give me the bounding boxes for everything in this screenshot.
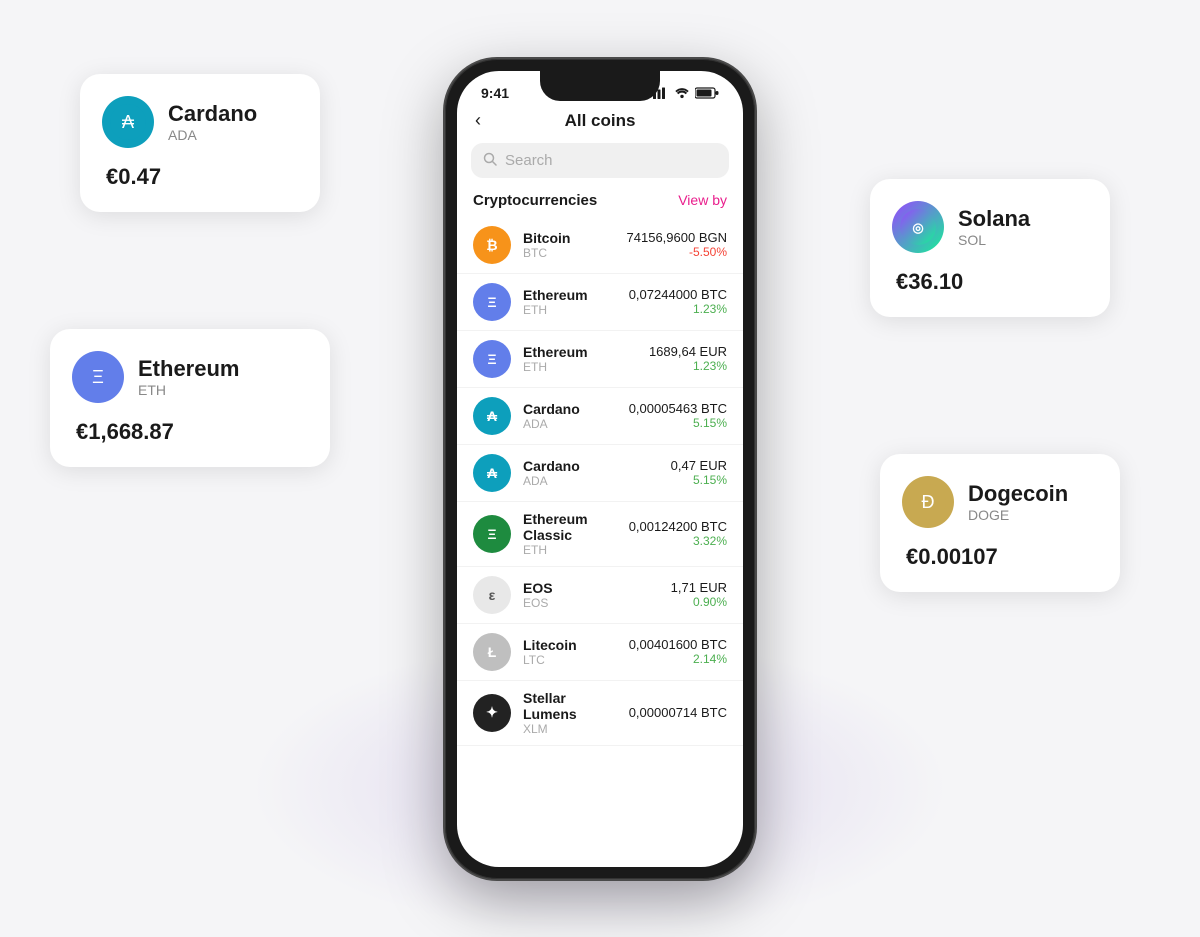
ethereum-card-name: Ethereum — [138, 356, 239, 382]
cardano-logo: ₳ — [102, 96, 154, 148]
svg-text:₳: ₳ — [122, 112, 135, 132]
search-bar[interactable]: Search — [471, 143, 729, 178]
solana-card-symbol: SOL — [958, 232, 1030, 248]
coin-row[interactable]: Ξ Ethereum ETH 0,07244000 BTC 1.23% — [457, 274, 743, 331]
section-header: Cryptocurrencies View by — [457, 188, 743, 217]
coin-icon-2: Ξ — [473, 340, 511, 378]
coin-row[interactable]: ₿ Bitcoin BTC 74156,9600 BGN -5.50% — [457, 217, 743, 274]
coin-info-1: Ethereum ETH — [523, 287, 617, 317]
cardano-card-name: Cardano — [168, 101, 257, 127]
coin-values-8: 0,00000714 BTC — [629, 705, 727, 720]
scene: ₳ Cardano ADA €0.47 Ξ Ethereum ETH €1, — [50, 19, 1150, 919]
solana-logo: ◎ — [892, 201, 944, 253]
coin-values-0: 74156,9600 BGN -5.50% — [627, 230, 727, 259]
coin-icon-3: ₳ — [473, 397, 511, 435]
coin-row[interactable]: ε EOS EOS 1,71 EUR 0.90% — [457, 567, 743, 624]
card-solana[interactable]: ◎ Solana SOL €36.10 — [870, 179, 1110, 317]
ethereum-logo: Ξ — [72, 351, 124, 403]
coin-row[interactable]: Ξ Ethereum ETH 1689,64 EUR 1.23% — [457, 331, 743, 388]
coin-icon-7: Ł — [473, 633, 511, 671]
svg-text:Ð: Ð — [922, 492, 935, 512]
coin-info-8: Stellar Lumens XLM — [523, 690, 617, 736]
coin-icon-8: ✦ — [473, 694, 511, 732]
cardano-card-price: €0.47 — [102, 164, 292, 190]
view-by-button[interactable]: View by — [678, 192, 727, 208]
search-icon — [483, 152, 497, 169]
coin-info-0: Bitcoin BTC — [523, 230, 615, 260]
dogecoin-logo: Ð — [902, 476, 954, 528]
coin-info-3: Cardano ADA — [523, 401, 617, 431]
coin-values-7: 0,00401600 BTC 2.14% — [629, 637, 727, 666]
nav-title: All coins — [565, 111, 636, 131]
card-ethereum[interactable]: Ξ Ethereum ETH €1,668.87 — [50, 329, 330, 467]
dogecoin-card-symbol: DOGE — [968, 507, 1068, 523]
dogecoin-card-name: Dogecoin — [968, 481, 1068, 507]
coin-values-4: 0,47 EUR 5.15% — [671, 458, 727, 487]
ethereum-card-price: €1,668.87 — [72, 419, 302, 445]
search-placeholder: Search — [505, 152, 553, 169]
coin-info-5: Ethereum Classic ETH — [523, 511, 617, 557]
card-cardano[interactable]: ₳ Cardano ADA €0.47 — [80, 74, 320, 212]
coin-values-1: 0,07244000 BTC 1.23% — [629, 287, 727, 316]
back-button[interactable]: ‹ — [475, 110, 481, 131]
coin-info-7: Litecoin LTC — [523, 637, 617, 667]
cardano-card-symbol: ADA — [168, 127, 257, 143]
coin-values-5: 0,00124200 BTC 3.32% — [629, 519, 727, 548]
coin-row[interactable]: Ł Litecoin LTC 0,00401600 BTC 2.14% — [457, 624, 743, 681]
coin-icon-4: ₳ — [473, 454, 511, 492]
dogecoin-card-price: €0.00107 — [902, 544, 1092, 570]
coin-values-2: 1689,64 EUR 1.23% — [649, 344, 727, 373]
solana-card-name: Solana — [958, 206, 1030, 232]
coin-row[interactable]: ₳ Cardano ADA 0,00005463 BTC 5.15% — [457, 388, 743, 445]
coin-info-2: Ethereum ETH — [523, 344, 637, 374]
ethereum-card-symbol: ETH — [138, 382, 239, 398]
coin-list: ₿ Bitcoin BTC 74156,9600 BGN -5.50% Ξ Et… — [457, 217, 743, 867]
card-dogecoin[interactable]: Ð Dogecoin DOGE €0.00107 — [880, 454, 1120, 592]
svg-text:Ξ: Ξ — [92, 367, 104, 387]
phone: 9:41 ‹ All coins Search — [445, 59, 755, 879]
status-time: 9:41 — [481, 85, 509, 101]
top-nav: ‹ All coins — [457, 105, 743, 139]
coin-info-6: EOS EOS — [523, 580, 659, 610]
coin-icon-6: ε — [473, 576, 511, 614]
coin-values-3: 0,00005463 BTC 5.15% — [629, 401, 727, 430]
coin-row[interactable]: Ξ Ethereum Classic ETH 0,00124200 BTC 3.… — [457, 502, 743, 567]
status-icons — [653, 87, 719, 99]
coin-info-4: Cardano ADA — [523, 458, 659, 488]
coin-icon-1: Ξ — [473, 283, 511, 321]
coin-icon-5: Ξ — [473, 515, 511, 553]
solana-card-price: €36.10 — [892, 269, 1082, 295]
phone-notch — [540, 71, 660, 101]
coin-values-6: 1,71 EUR 0.90% — [671, 580, 727, 609]
coin-row[interactable]: ₳ Cardano ADA 0,47 EUR 5.15% — [457, 445, 743, 502]
svg-text:◎: ◎ — [912, 220, 923, 235]
section-title: Cryptocurrencies — [473, 192, 597, 209]
coin-icon-0: ₿ — [473, 226, 511, 264]
coin-row[interactable]: ✦ Stellar Lumens XLM 0,00000714 BTC — [457, 681, 743, 746]
